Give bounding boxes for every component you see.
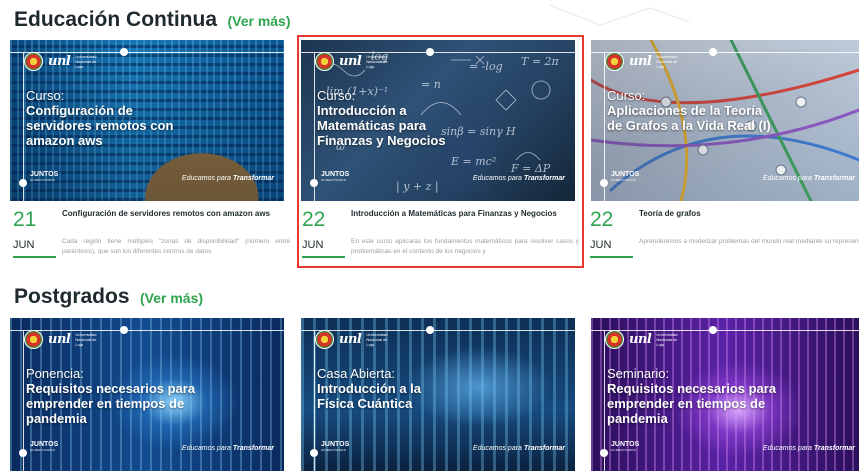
logo-mark: unl <box>629 332 652 347</box>
acreditamos-text: ACREDITAMOS <box>611 448 637 452</box>
frame-dot <box>310 449 318 457</box>
card-name: Introducción a la Física Cuántica <box>317 381 422 411</box>
frame-dot <box>19 449 27 457</box>
event-day: 22 <box>590 208 614 231</box>
logo-mark: unl <box>48 332 71 347</box>
event-description: Cada región tiene múltiples "zonas de di… <box>62 238 290 255</box>
section-title-postgrad: Postgrados (Ver más) <box>14 285 203 309</box>
university-seal-icon <box>605 330 624 349</box>
logo-subtitle: Universidad Nacional de Loja <box>656 54 678 69</box>
frame-dot <box>600 179 608 187</box>
tagline: Educamos para Transformar <box>763 175 855 182</box>
tagline-italic: Educamos para <box>181 175 231 182</box>
tagline-italic: Educamos para <box>472 445 522 452</box>
section-title-text: Educación Continua <box>14 8 218 31</box>
frame-dot <box>426 326 434 334</box>
acreditamos-text: ACREDITAMOS <box>321 448 347 452</box>
card-caption: Curso: Configuración de servidores remot… <box>26 88 176 148</box>
frame-dot <box>709 326 717 334</box>
frame-dot <box>709 48 717 56</box>
postgrad-card[interactable]: unl Universidad Nacional de Loja Ponenci… <box>10 318 284 471</box>
university-logo: unl Universidad Nacional de Loja <box>24 52 101 71</box>
page: Educación Continua (Ver más) unl Univers… <box>0 0 859 471</box>
juntos-text: JUNTOS <box>611 441 640 448</box>
university-logo: unl Universidad Nacional de Loja <box>315 330 392 349</box>
date-underline <box>13 256 56 258</box>
course-card[interactable]: unl Universidad Nacional de Loja Curso: … <box>10 40 284 201</box>
card-kind: Curso: <box>607 88 646 103</box>
juntos-badge: JUNTOS ACREDITAMOS <box>30 441 58 452</box>
card-caption: Curso: Aplicaciones de la Teoría de Graf… <box>607 88 772 133</box>
card-caption: Ponencia: Requisitos necesarios para emp… <box>26 366 206 426</box>
tagline-italic: Educamos para <box>762 445 812 452</box>
juntos-badge: JUNTOS ACREDITAMOS <box>321 441 349 452</box>
see-more-link[interactable]: (Ver más) <box>227 13 290 29</box>
event-description: Aprenderemos a modelizar problemas del m… <box>639 238 859 245</box>
postgrad-card[interactable]: unl Universidad Nacional de Loja Seminar… <box>591 318 859 471</box>
university-seal-icon <box>605 52 624 71</box>
frame-dot <box>120 48 128 56</box>
tagline: Educamos para Transformar <box>182 445 274 452</box>
card-name: Aplicaciones de la Teoría de Grafos a la… <box>607 103 771 133</box>
card-name: Requisitos necesarios para emprender en … <box>607 381 777 426</box>
section-title-continuing-education: Educación Continua (Ver más) <box>14 8 291 32</box>
card-name: Configuración de servidores remotos con … <box>26 103 174 148</box>
logo-subtitle: Universidad Nacional de Loja <box>75 54 97 69</box>
card-kind: Casa Abierta: <box>317 366 396 381</box>
tagline-bold: Transformar <box>523 445 565 452</box>
logo-mark: unl <box>48 54 71 69</box>
tagline-bold: Transformar <box>232 175 274 182</box>
see-more-link[interactable]: (Ver más) <box>140 290 203 306</box>
acreditamos-text: ACREDITAMOS <box>30 178 56 182</box>
logo-mark: unl <box>629 54 652 69</box>
course-card[interactable]: unl Universidad Nacional de Loja Curso: … <box>591 40 859 201</box>
date-underline <box>590 256 633 258</box>
logo-mark: unl <box>339 332 362 347</box>
university-seal-icon <box>315 330 334 349</box>
card-kind: Seminario: <box>607 366 670 381</box>
tagline-bold: Transformar <box>232 445 274 452</box>
university-seal-icon <box>24 52 43 71</box>
event-title[interactable]: Teoría de grafos <box>639 208 859 219</box>
section-title-text: Postgrados <box>14 285 130 308</box>
logo-subtitle: Universidad Nacional de Loja <box>75 332 97 347</box>
event-month: JUN <box>590 239 612 251</box>
university-logo: unl Universidad Nacional de Loja <box>24 330 101 349</box>
juntos-badge: JUNTOS ACREDITAMOS <box>611 441 639 452</box>
tagline: Educamos para Transformar <box>473 445 565 452</box>
tagline: Educamos para Transformar <box>763 445 855 452</box>
logo-subtitle: Universidad Nacional de Loja <box>656 332 678 347</box>
acreditamos-text: ACREDITAMOS <box>30 448 56 452</box>
card-caption: Seminario: Requisitos necesarios para em… <box>607 366 787 426</box>
tagline: Educamos para Transformar <box>182 175 274 182</box>
background-decoration <box>540 0 700 30</box>
event-title[interactable]: Configuración de servidores remotos con … <box>62 208 290 219</box>
tagline-bold: Transformar <box>813 445 855 452</box>
juntos-text: JUNTOS <box>30 171 59 178</box>
postgrad-card[interactable]: unl Universidad Nacional de Loja Casa Ab… <box>301 318 575 471</box>
juntos-text: JUNTOS <box>321 441 350 448</box>
logo-subtitle: Universidad Nacional de Loja <box>366 332 388 347</box>
juntos-badge: JUNTOS ACREDITAMOS <box>30 171 58 182</box>
event-day: 21 <box>13 208 37 231</box>
selection-highlight-box <box>297 35 584 268</box>
university-logo: unl Universidad Nacional de Loja <box>605 52 682 71</box>
juntos-text: JUNTOS <box>30 441 59 448</box>
card-caption: Casa Abierta: Introducción a la Física C… <box>317 366 447 411</box>
tagline-italic: Educamos para <box>181 445 231 452</box>
card-name: Requisitos necesarios para emprender en … <box>26 381 196 426</box>
card-kind: Ponencia: <box>26 366 84 381</box>
card-kind: Curso: <box>26 88 65 103</box>
university-seal-icon <box>24 330 43 349</box>
juntos-text: JUNTOS <box>611 171 640 178</box>
university-logo: unl Universidad Nacional de Loja <box>605 330 682 349</box>
frame-dot <box>120 326 128 334</box>
tagline-bold: Transformar <box>813 175 855 182</box>
tagline-italic: Educamos para <box>762 175 812 182</box>
frame-dot <box>19 179 27 187</box>
juntos-badge: JUNTOS ACREDITAMOS <box>611 171 639 182</box>
acreditamos-text: ACREDITAMOS <box>611 178 637 182</box>
frame-dot <box>600 449 608 457</box>
event-month: JUN <box>13 239 35 251</box>
